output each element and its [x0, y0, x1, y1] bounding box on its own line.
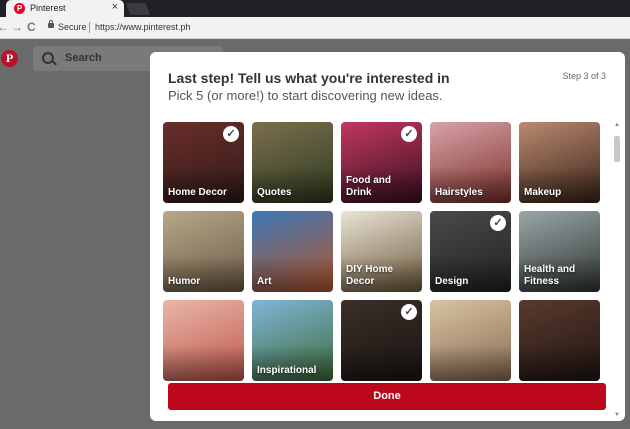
topic-label: Inspirational: [257, 365, 317, 376]
new-tab-button[interactable]: [125, 3, 151, 15]
checkmark-icon: ✓: [490, 215, 506, 231]
topic-label: Health and Fitness: [524, 264, 576, 287]
topic-label: Art: [257, 276, 272, 287]
scrollbar-thumb[interactable]: [614, 136, 620, 162]
checkmark-icon: ✓: [223, 126, 239, 142]
topic-label: Makeup: [524, 187, 562, 198]
browser-tab[interactable]: P Pinterest ×: [6, 0, 124, 17]
topic-tile[interactable]: Design ✓: [430, 211, 511, 292]
topic-label: Food and Drink: [346, 175, 391, 198]
interests-modal: Last step! Tell us what you're intereste…: [150, 52, 625, 421]
forward-arrow-icon[interactable]: →: [11, 20, 23, 34]
search-placeholder: Search: [65, 52, 102, 64]
close-tab-icon[interactable]: ×: [112, 1, 118, 13]
topic-tile[interactable]: Humor: [163, 211, 244, 292]
scroll-down-icon[interactable]: ▼: [614, 412, 620, 418]
topic-tile[interactable]: [519, 300, 600, 381]
topic-tile[interactable]: DIY Home Decor: [341, 211, 422, 292]
topic-label: Home Decor: [168, 187, 227, 198]
topic-tile[interactable]: [430, 300, 511, 381]
modal-title: Last step! Tell us what you're intereste…: [168, 70, 450, 86]
tile-shade: [519, 344, 600, 381]
done-button[interactable]: Done: [168, 383, 606, 410]
checkmark-icon: ✓: [401, 126, 417, 142]
scrollbar[interactable]: ▲ ▼: [613, 122, 621, 418]
topic-tile[interactable]: Hairstyles: [430, 122, 511, 203]
scroll-up-icon[interactable]: ▲: [614, 122, 620, 128]
url-text: https://www.pinterest.ph: [95, 22, 191, 32]
tab-title: Pinterest: [30, 3, 66, 13]
topic-label: Quotes: [257, 187, 292, 198]
reload-icon[interactable]: C: [27, 20, 36, 34]
tile-shade: [430, 344, 511, 381]
topic-tile[interactable]: [163, 300, 244, 381]
checkmark-icon: ✓: [401, 304, 417, 320]
url-input[interactable]: Secure https://www.pinterest.ph: [42, 19, 630, 36]
topic-tile[interactable]: Inspirational: [252, 300, 333, 381]
back-arrow-icon[interactable]: ←: [0, 20, 9, 34]
topic-tile[interactable]: Health and Fitness: [519, 211, 600, 292]
topic-grid: Home Decor ✓ Quotes Food and Drink ✓ Hairstyl…: [163, 122, 603, 418]
browser-tab-bar: P Pinterest ×: [0, 0, 630, 17]
lock-icon: [48, 20, 54, 28]
topic-tile[interactable]: Art: [252, 211, 333, 292]
topic-tile[interactable]: Home Decor ✓: [163, 122, 244, 203]
topic-label: Humor: [168, 276, 201, 287]
pinterest-logo-icon[interactable]: P: [1, 50, 18, 67]
topic-label: Hairstyles: [435, 187, 483, 198]
modal-subtitle: Pick 5 (or more!) to start discovering n…: [168, 88, 443, 103]
topic-tile[interactable]: Makeup: [519, 122, 600, 203]
address-bar: ← → C Secure https://www.pinterest.ph: [0, 17, 630, 39]
topic-label: Design: [435, 276, 469, 287]
topic-tile[interactable]: ✓: [341, 300, 422, 381]
step-indicator: Step 3 of 3: [562, 71, 606, 81]
search-icon: [42, 52, 54, 64]
topic-tile[interactable]: Food and Drink ✓: [341, 122, 422, 203]
tile-shade: [341, 344, 422, 381]
pinterest-favicon-icon: P: [14, 3, 25, 14]
tile-shade: [163, 344, 244, 381]
topic-label: DIY Home Decor: [346, 264, 394, 287]
topic-tile[interactable]: Quotes: [252, 122, 333, 203]
secure-label: Secure: [58, 22, 87, 32]
divider: [89, 22, 90, 33]
